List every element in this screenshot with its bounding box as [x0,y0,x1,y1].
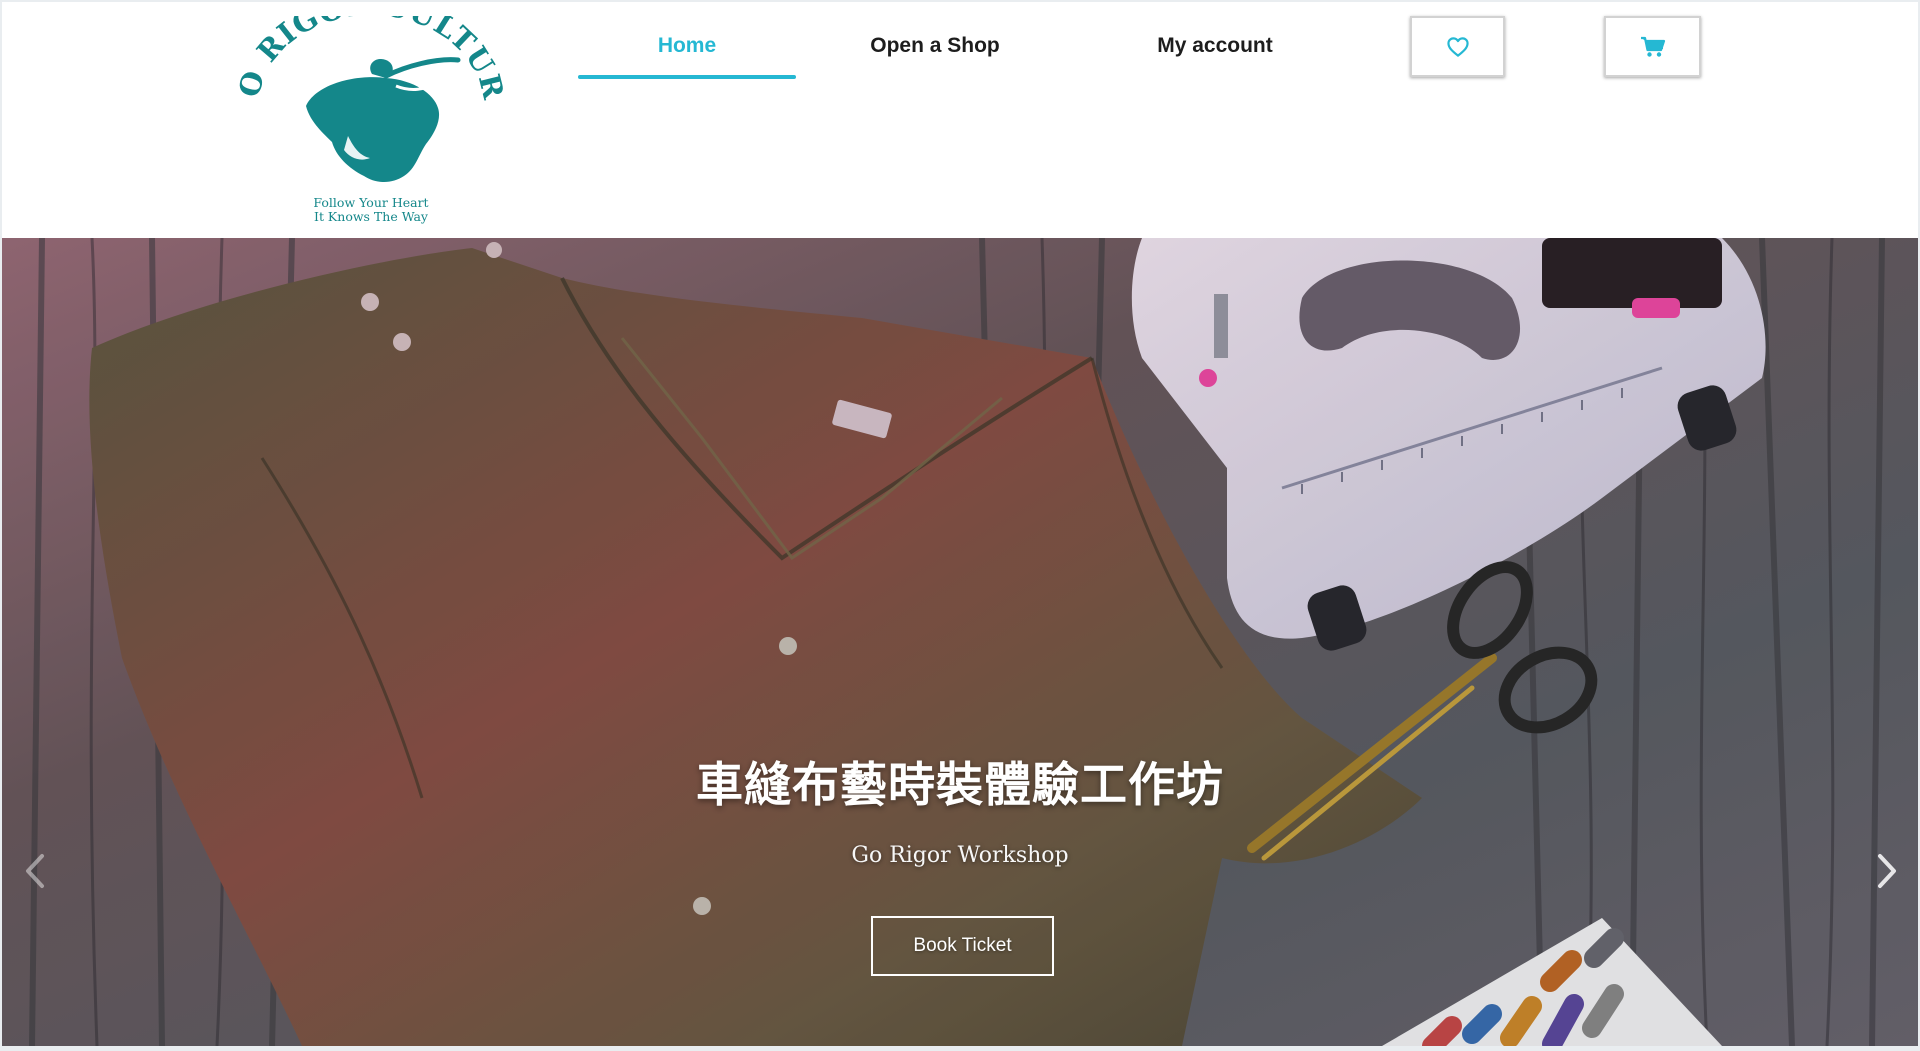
nav-item-my-account[interactable]: My account [1122,34,1308,80]
heart-icon [1446,36,1469,57]
hero-slider: 車縫布藝時裝體驗工作坊 Go Rigor Workshop Book Ticke… [2,238,1918,1046]
chevron-right-icon [1878,854,1896,888]
slider-prev-button[interactable] [20,846,50,896]
cart-button[interactable] [1604,16,1701,77]
nav-item-open-a-shop[interactable]: Open a Shop [842,34,1028,80]
hero-title: 車縫布藝時裝體驗工作坊 [696,758,1224,813]
hero-subtitle: Go Rigor Workshop [851,843,1069,868]
site-header: GO RIGOR CULTURE Follow Your Heart It Kn… [2,2,1918,238]
brand-logo[interactable]: GO RIGOR CULTURE Follow Your Heart It Kn… [236,16,506,230]
chevron-left-icon [26,854,44,888]
cart-icon [1640,36,1665,57]
brand-tagline-line2: It Knows The Way [314,209,428,224]
brand-tagline-line1: Follow Your Heart [313,195,429,210]
nav-item-home[interactable]: Home [578,34,796,80]
page: GO RIGOR CULTURE Follow Your Heart It Kn… [2,2,1918,1046]
book-ticket-button[interactable]: Book Ticket [871,916,1054,976]
wishlist-button[interactable] [1410,16,1505,77]
nav-active-indicator [578,75,796,79]
slider-next-button[interactable] [1872,846,1902,896]
